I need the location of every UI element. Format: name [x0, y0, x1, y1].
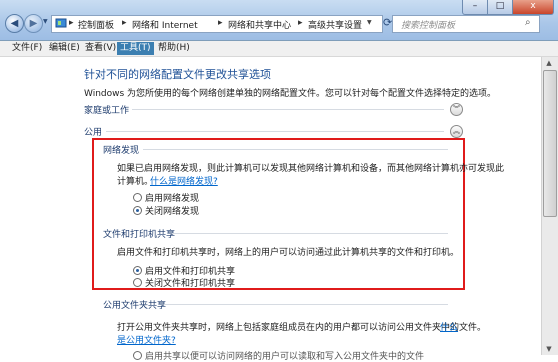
disable-file-printer-sharing-radio[interactable] — [133, 278, 142, 287]
page-title: 针对不同的网络配置文件更改共享选项 — [84, 68, 271, 81]
forward-button[interactable]: ▶ — [24, 14, 43, 33]
recent-pages-dropdown[interactable]: ▼ — [43, 18, 48, 25]
arrow-left-icon: ◀ — [10, 18, 19, 29]
profile-home-work-label: 家庭或工作 — [84, 106, 130, 116]
network-discovery-help-link[interactable]: 什么是网络发现? — [150, 174, 218, 187]
scroll-up-arrow-icon[interactable]: ▲ — [541, 57, 557, 69]
network-discovery-title: 网络发现 — [103, 146, 140, 156]
divider — [132, 109, 444, 110]
maximize-button[interactable]: □ — [487, 0, 513, 15]
menu-tools[interactable]: 工具(T) — [117, 42, 154, 55]
breadcrumb-separator: ▸ — [69, 18, 74, 28]
chevron-up-icon: ︽ — [453, 127, 460, 135]
breadcrumb-network-sharing-center[interactable]: 网络和共享中心 — [228, 18, 291, 31]
menu-view[interactable]: 查看(V) — [82, 42, 119, 55]
scroll-down-arrow-icon[interactable]: ▼ — [541, 343, 557, 355]
refresh-icon[interactable]: ⟳ — [383, 16, 392, 29]
back-button[interactable]: ◀ — [5, 14, 24, 33]
expand-home-work-button[interactable]: ︾ — [450, 103, 463, 116]
breadcrumb-separator: ▸ — [122, 18, 127, 28]
close-button[interactable]: x — [512, 0, 554, 15]
disable-network-discovery-label[interactable]: 关闭网络发现 — [145, 204, 199, 217]
minimize-button[interactable]: – — [462, 0, 488, 15]
disable-network-discovery-radio[interactable] — [133, 206, 142, 215]
menu-edit[interactable]: 编辑(E) — [46, 42, 83, 55]
public-folder-help-link-cont[interactable]: 是公用文件夹? — [117, 333, 176, 346]
arrow-right-icon: ▶ — [29, 18, 38, 29]
control-panel-icon — [55, 17, 67, 32]
breadcrumb-control-panel[interactable]: 控制面板 — [78, 18, 114, 31]
menu-help[interactable]: 帮助(H) — [155, 42, 193, 55]
file-printer-sharing-desc: 启用文件和打印机共享时，网络上的用户可以访问通过此计算机共享的文件和打印机。 — [117, 248, 460, 258]
breadcrumb-separator: ▸ — [218, 18, 223, 28]
chevron-down-icon[interactable]: ▼ — [367, 19, 372, 26]
network-discovery-desc: 如果已启用网络发现，则此计算机可以发现其他网络计算机和设备，而其他网络计算机亦可… — [117, 164, 505, 174]
enable-public-folder-sharing-label[interactable]: 启用共享以便可以访问网络的用户可以读取和写入公用文件夹中的文件 — [145, 349, 424, 362]
public-folder-help-link[interactable]: 什么 — [440, 320, 458, 333]
enable-file-printer-sharing-radio[interactable] — [133, 266, 142, 275]
file-printer-sharing-title: 文件和打印机共享 — [103, 230, 176, 240]
chevron-down-icon: ︾ — [453, 105, 460, 113]
disable-file-printer-sharing-label[interactable]: 关闭文件和打印机共享 — [145, 276, 235, 289]
breadcrumb-advanced-sharing[interactable]: 高级共享设置 — [308, 18, 362, 31]
search-icon[interactable]: ⌕ — [525, 17, 531, 28]
divider — [106, 131, 444, 132]
divider — [172, 233, 448, 234]
profile-public-label: 公用 — [84, 128, 103, 138]
page-description: Windows 为您所使用的每个网络创建单独的网络配置文件。您可以针对每个配置文… — [84, 89, 497, 99]
divider — [143, 149, 448, 150]
enable-network-discovery-radio[interactable] — [133, 193, 142, 202]
public-folder-sharing-title: 公用文件夹共享 — [103, 301, 167, 311]
breadcrumb-separator: ▸ — [298, 18, 303, 28]
search-input[interactable]: 搜索控制面板 ⌕ — [392, 15, 540, 33]
search-placeholder: 搜索控制面板 — [401, 21, 456, 31]
network-discovery-desc-line2: 计算机。 — [117, 177, 154, 187]
menu-bar: 文件(F) 编辑(E) 查看(V) 工具(T) 帮助(H) — [0, 41, 558, 57]
menu-file[interactable]: 文件(F) — [9, 42, 45, 55]
address-bar[interactable]: ▸ 控制面板 ▸ 网络和 Internet ▸ 网络和共享中心 ▸ 高级共享设置… — [51, 15, 383, 33]
divider — [164, 304, 448, 305]
breadcrumb-network-internet[interactable]: 网络和 Internet — [132, 18, 198, 31]
enable-network-discovery-label[interactable]: 启用网络发现 — [145, 191, 199, 204]
enable-public-folder-sharing-radio[interactable] — [133, 351, 142, 360]
scrollbar-thumb[interactable] — [543, 70, 557, 217]
public-folder-sharing-desc: 打开公用文件夹共享时，网络上包括家庭组成员在内的用户都可以访问公用文件夹中的文件… — [117, 323, 487, 333]
collapse-public-button[interactable]: ︽ — [450, 125, 463, 138]
